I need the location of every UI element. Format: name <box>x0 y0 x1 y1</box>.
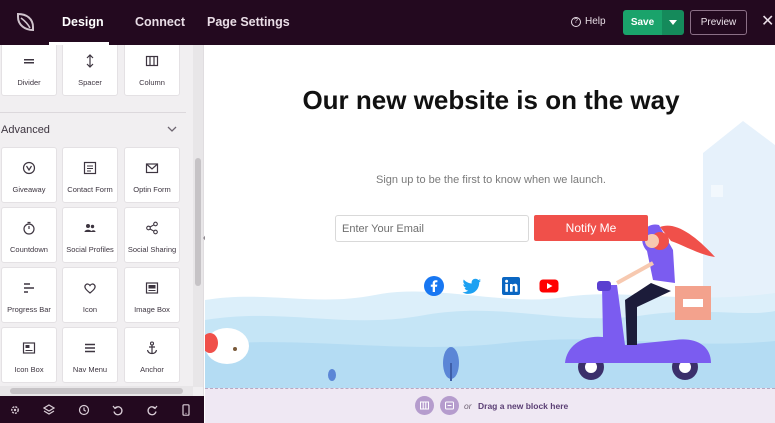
history-icon[interactable] <box>78 404 90 416</box>
progress-bar-icon <box>24 283 34 293</box>
block-icon[interactable]: Icon <box>62 267 118 323</box>
page-subheadline[interactable]: Sign up to be the first to know when we … <box>295 174 687 186</box>
block-giveaway[interactable]: Giveaway <box>1 147 57 203</box>
block-contact-form[interactable]: Contact Form <box>62 147 118 203</box>
add-block-button[interactable] <box>440 396 459 415</box>
block-label: Social Sharing <box>127 245 177 254</box>
block-nav-menu[interactable]: Nav Menu <box>62 327 118 383</box>
columns-icon <box>420 401 429 410</box>
close-icon[interactable]: ✕ <box>761 14 774 30</box>
stopwatch-icon <box>23 221 35 235</box>
save-button[interactable]: Save <box>623 10 662 35</box>
block-column[interactable]: Column <box>124 45 180 96</box>
menu-icon <box>85 343 95 353</box>
block-spacer[interactable]: Spacer <box>62 45 118 96</box>
chevron-down-icon <box>669 19 677 25</box>
dropzone-drag-label: Drag a new block here <box>478 401 569 411</box>
preview-button[interactable]: Preview <box>690 10 747 35</box>
block-label: Giveaway <box>12 185 46 194</box>
block-divider[interactable]: Divider <box>1 45 57 96</box>
divider-icon <box>24 59 34 64</box>
contact-form-icon <box>83 161 97 175</box>
block-icon <box>445 401 454 410</box>
block-progress-bar[interactable]: Progress Bar <box>1 267 57 323</box>
block-label: Icon Box <box>14 365 44 374</box>
block-countdown[interactable]: Countdown <box>1 207 57 263</box>
block-social-sharing[interactable]: Social Sharing <box>124 207 180 263</box>
tab-design[interactable]: Design <box>62 15 104 29</box>
section-title-advanced[interactable]: Advanced <box>1 124 50 136</box>
mobile-preview-icon[interactable] <box>180 404 192 416</box>
question-icon: ? <box>571 16 581 27</box>
bottom-toolbar <box>0 396 204 423</box>
help-link[interactable]: ? Help <box>571 16 606 27</box>
block-label: Image Box <box>134 305 170 314</box>
section-divider <box>0 112 186 113</box>
top-bar: Design Connect Page Settings ? Help Save… <box>0 0 775 45</box>
notify-me-button[interactable]: Notify Me <box>534 215 648 241</box>
block-label: Spacer <box>78 78 102 87</box>
block-optin-form[interactable]: Optin Form <box>124 147 180 203</box>
add-section-button[interactable] <box>415 396 434 415</box>
page-headline[interactable]: Our new website is on the way <box>295 85 687 116</box>
spacer-icon <box>86 54 94 68</box>
optin-form-icon <box>145 163 159 174</box>
column-icon <box>145 55 159 67</box>
tab-connect[interactable]: Connect <box>135 15 185 29</box>
block-label: Column <box>139 78 165 87</box>
block-social-profiles[interactable]: Social Profiles <box>62 207 118 263</box>
youtube-icon[interactable] <box>539 276 559 296</box>
sidebar-hscroll-thumb[interactable] <box>10 388 183 394</box>
help-label: Help <box>585 16 606 27</box>
undo-icon[interactable] <box>112 404 124 416</box>
facebook-icon[interactable] <box>424 276 444 296</box>
anchor-icon <box>146 341 158 355</box>
save-options-dropdown[interactable] <box>662 10 684 35</box>
seedprod-logo[interactable] <box>13 10 37 34</box>
block-icon-box[interactable]: Icon Box <box>1 327 57 383</box>
block-label: Progress Bar <box>7 305 51 314</box>
block-label: Nav Menu <box>72 365 108 374</box>
linkedin-icon[interactable] <box>501 276 521 296</box>
page-canvas[interactable]: Our new website is on the way Sign up to… <box>205 45 775 388</box>
block-label: Anchor <box>140 365 164 374</box>
share-icon <box>146 221 158 235</box>
block-image-box[interactable]: Image Box <box>124 267 180 323</box>
add-block-dropzone[interactable]: or Drag a new block here <box>205 388 775 423</box>
settings-icon[interactable] <box>9 404 21 416</box>
layers-icon[interactable] <box>43 404 55 416</box>
block-label: Optin Form <box>133 185 171 194</box>
tab-page-settings[interactable]: Page Settings <box>207 15 290 29</box>
sidebar-scroll-thumb[interactable] <box>195 158 201 286</box>
twitter-icon[interactable] <box>462 276 482 296</box>
icon-box-icon <box>22 342 36 354</box>
chevron-down-icon[interactable] <box>167 125 177 133</box>
heart-icon <box>84 283 96 294</box>
block-label: Contact Form <box>67 185 113 194</box>
dropzone-or-label: or <box>464 401 472 411</box>
block-label: Icon <box>82 305 98 314</box>
image-box-icon <box>145 282 159 294</box>
save-button-group: Save <box>623 10 684 35</box>
email-field[interactable] <box>335 215 529 242</box>
users-icon <box>84 224 96 232</box>
block-anchor[interactable]: Anchor <box>124 327 180 383</box>
block-label: Countdown <box>10 245 48 254</box>
redo-icon[interactable] <box>146 404 158 416</box>
giveaway-icon <box>22 161 36 175</box>
blocks-sidebar: Divider Spacer Column Advanced Giveaway … <box>0 45 204 396</box>
block-label: Social Profiles <box>66 245 114 254</box>
block-label: Divider <box>17 78 41 87</box>
